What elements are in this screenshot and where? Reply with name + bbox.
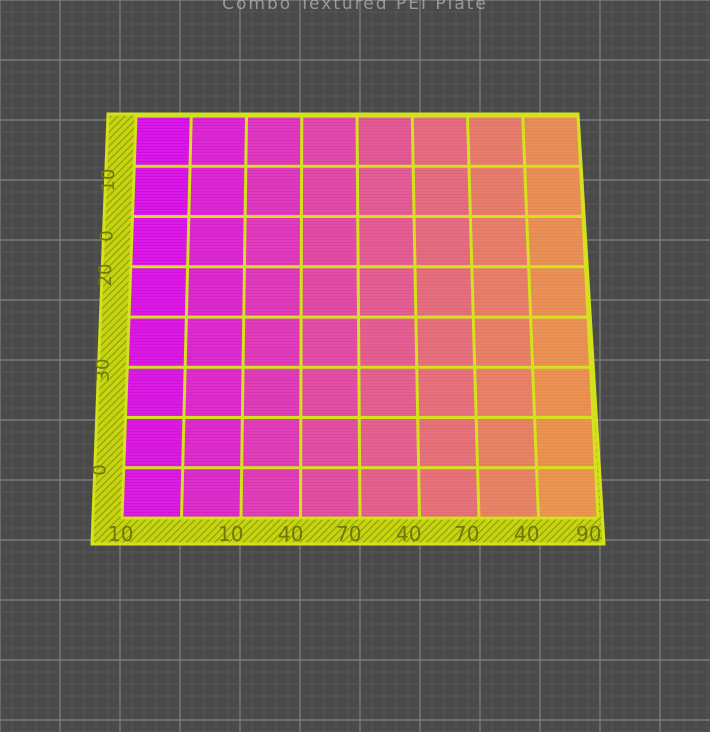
cell-texture: [243, 266, 302, 317]
cell-texture: [470, 216, 529, 267]
cell-texture: [412, 116, 469, 167]
x-axis-label: 70: [336, 522, 361, 546]
cell-texture: [532, 367, 593, 418]
cell-texture: [301, 166, 358, 217]
cell-texture: [244, 216, 302, 267]
cell-texture: [357, 166, 415, 217]
cell-texture: [300, 467, 360, 518]
cell-texture: [301, 266, 359, 317]
cell-texture: [130, 216, 189, 267]
cell-texture: [132, 166, 191, 217]
cell-texture: [245, 116, 302, 167]
cell-texture: [182, 417, 243, 468]
cell-texture: [185, 317, 244, 368]
cell-texture: [241, 417, 301, 468]
y-axis-label: 0: [96, 230, 117, 241]
y-axis-label: 0: [89, 464, 110, 475]
cell-texture: [300, 367, 360, 418]
cell-texture: [186, 266, 245, 317]
cell-texture: [300, 417, 360, 468]
cell-texture: [467, 116, 525, 167]
x-axis-label: 40: [278, 522, 303, 546]
calibration-model[interactable]: 10 10 40 70 40 70 40 90 10 0 20 30 0: [0, 0, 710, 732]
cell-texture: [468, 166, 527, 217]
x-axis-label: 70: [454, 522, 479, 546]
cell-texture: [359, 467, 420, 518]
cell-texture: [534, 417, 596, 468]
y-axis-label: 30: [92, 359, 113, 382]
cell-texture: [190, 116, 247, 167]
cell-texture: [413, 166, 471, 217]
3d-viewport[interactable]: Combo Textured PEI Plate 10 10 40 70 40 70 40 9…: [0, 0, 710, 732]
cell-texture: [245, 166, 302, 217]
cell-texture: [477, 467, 539, 518]
y-axis-label: 10: [98, 169, 119, 192]
corner-label: 10: [108, 522, 133, 546]
cell-texture: [536, 467, 598, 518]
cell-texture: [181, 467, 242, 518]
x-axis-label: 90: [576, 522, 601, 546]
cell-texture: [301, 116, 358, 167]
cell-texture: [417, 417, 478, 468]
x-axis-label: 10: [218, 522, 243, 546]
cell-texture: [123, 417, 184, 468]
cell-texture: [125, 367, 186, 418]
y-axis-label: 20: [95, 264, 116, 287]
cell-texture: [473, 317, 533, 368]
cell-texture: [241, 467, 301, 518]
cell-texture: [416, 367, 477, 418]
cell-texture: [528, 266, 588, 317]
cell-texture: [188, 166, 246, 217]
cell-texture: [183, 367, 244, 418]
cell-texture: [414, 266, 474, 317]
cell-texture: [129, 266, 188, 317]
cell-texture: [300, 317, 359, 368]
cell-texture: [134, 116, 192, 167]
x-axis-label: 40: [396, 522, 421, 546]
cell-texture: [415, 317, 475, 368]
cell-texture: [522, 116, 581, 167]
cell-texture: [359, 417, 419, 468]
x-axis-label: 40: [514, 522, 539, 546]
cell-texture: [526, 216, 586, 267]
cell-texture: [357, 216, 415, 267]
cell-texture: [358, 266, 416, 317]
cell-texture: [524, 166, 583, 217]
cell-texture: [418, 467, 479, 518]
cell-texture: [127, 317, 187, 368]
cell-texture: [358, 317, 417, 368]
cell-texture: [357, 116, 414, 167]
cell-texture: [122, 467, 183, 518]
cell-texture: [301, 216, 359, 267]
cell-texture: [530, 317, 591, 368]
cell-texture: [187, 216, 246, 267]
cell-texture: [414, 216, 472, 267]
cell-texture: [242, 367, 301, 418]
cell-texture: [476, 417, 537, 468]
cell-texture: [474, 367, 535, 418]
cell-texture: [243, 317, 302, 368]
cell-texture: [471, 266, 531, 317]
cell-texture: [358, 367, 418, 418]
